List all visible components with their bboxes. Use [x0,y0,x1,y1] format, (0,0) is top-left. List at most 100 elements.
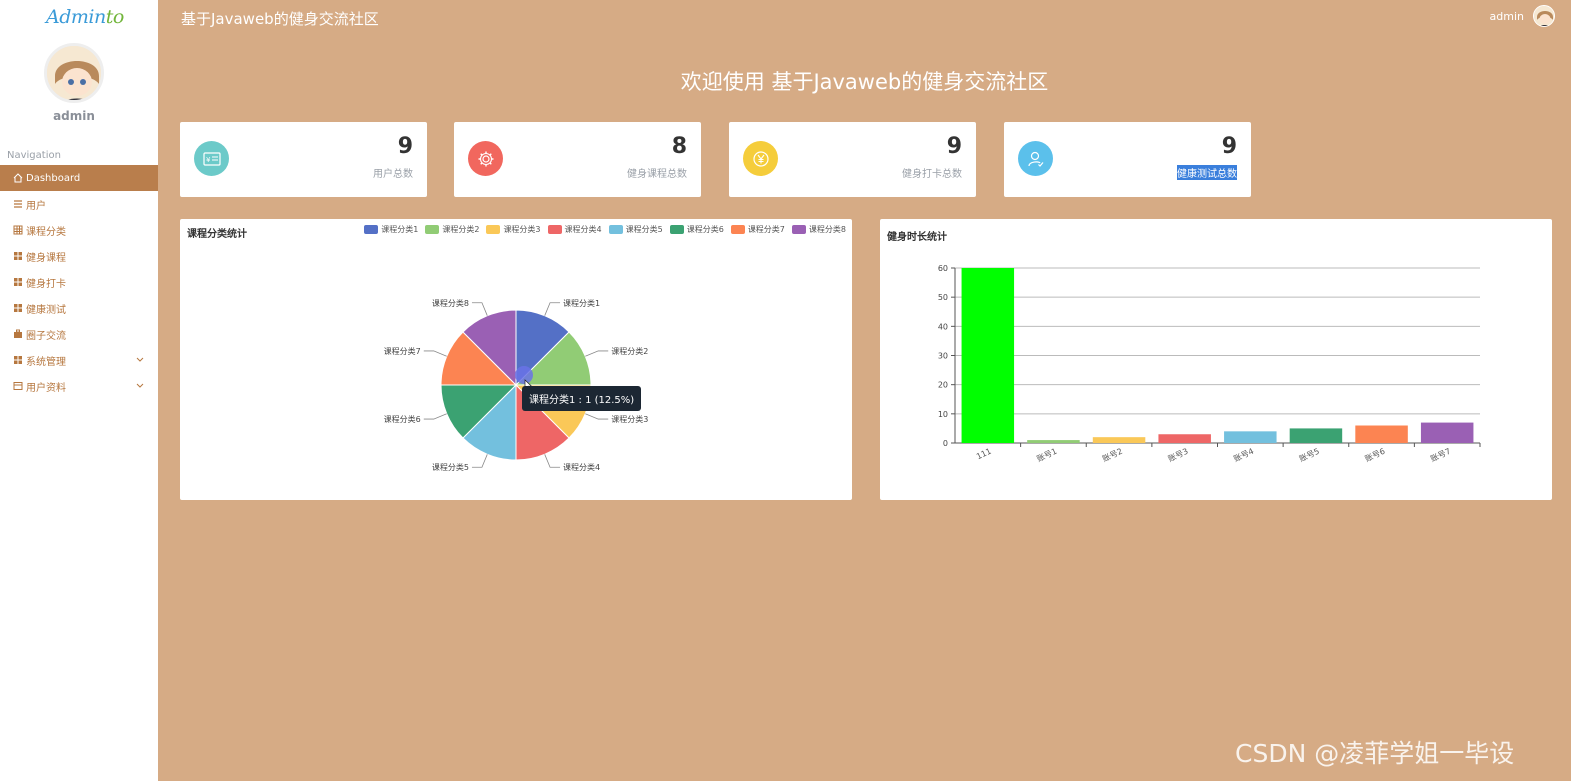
course-category-chart-panel: 课程分类统计 课程分类1 课程分类2 课程分类3 课程分类4 课程分类5 课程分类6 课程分… [180,219,852,500]
bar[interactable] [1027,440,1080,443]
app-title: 基于Javaweb的健身交流社区 [181,10,379,28]
avatar-image [47,46,101,100]
pie-label-line [585,350,609,357]
topbar-username[interactable]: admin [1490,10,1524,23]
svg-text:¥: ¥ [206,156,211,164]
apps-icon [13,303,23,313]
stat-card-courses: 8 健身课程总数 [454,122,701,197]
x-tick-label: 账号6 [1363,447,1386,464]
chart-tooltip: 课程分类1 : 1 (12.5%) [522,386,642,411]
pie-label: 课程分类2 [611,346,648,356]
sidebar-item-label: 课程分类 [26,226,66,238]
y-tick-label: 60 [938,264,948,273]
x-tick-label: 账号1 [1035,447,1058,464]
card-icon [13,381,23,391]
user-check-icon [1018,141,1053,176]
sidebar-item-fitness-course[interactable]: 健身课程 [0,243,158,269]
pie-chart: 课程分类1 课程分类2 课程分类3 课程分类4 课程分类5 课程分类6 课程分类7 课程分类8 [384,298,649,472]
avatar[interactable] [44,43,104,103]
bar[interactable] [1289,428,1343,443]
stat-value: 8 [671,134,687,159]
sidebar-item-health-test[interactable]: 健康测试 [0,295,158,321]
pie-label: 课程分类7 [384,346,421,356]
apps-icon [13,277,23,287]
topbar-avatar[interactable] [1533,5,1555,27]
bar[interactable] [1420,422,1474,443]
pie-label: 课程分类5 [432,462,469,472]
bar[interactable] [1224,431,1277,443]
y-tick-label: 30 [938,352,948,361]
welcome-heading: 欢迎使用 基于Javaweb的健身交流社区 [680,70,1049,94]
sidebar-item-course-category[interactable]: 课程分类 [0,217,158,243]
x-tick-label: 账号2 [1101,447,1124,464]
stat-label: 健身打卡总数 [902,169,962,180]
pie-label: 课程分类1 [563,298,600,308]
stat-label: 用户总数 [373,169,413,180]
stat-value: 9 [397,134,413,159]
watermark: CSDN @凌菲学姐一毕设 [1235,739,1515,768]
sidebar: Adminto admin Navigation Dashboard 用户 课程… [0,0,158,781]
sidebar-item-user-profile[interactable]: 用户资料 [0,373,158,399]
pie-label: 课程分类6 [384,414,421,424]
y-tick-label: 40 [938,322,948,331]
sidebar-item-users[interactable]: 用户 [0,191,158,217]
sidebar-item-circle-exchange[interactable]: 圈子交流 [0,321,158,347]
y-tick-label: 10 [938,410,948,419]
home-icon [13,173,23,183]
x-tick-label: 账号5 [1298,447,1321,464]
x-tick-label: 账号4 [1232,447,1255,464]
x-tick-label: 账号7 [1429,447,1452,464]
sidebar-username: admin [53,109,95,123]
stat-card-users: ¥ 9 用户总数 [180,122,427,197]
avatar-image [1534,6,1554,26]
y-tick-label: 0 [943,439,948,448]
stat-label: 健身课程总数 [627,169,687,180]
bar-chart: 0 10 20 30 40 50 60 111 账号1 账号2 账号3 账号4 账号5 账号6 账号7 [938,264,1481,464]
bar[interactable] [961,268,1015,443]
y-tick-label: 50 [938,293,948,302]
fitness-duration-chart-panel: 健身时长统计 0 10 20 30 40 50 60 111 账号1 账号2 账号3 账号4 账号5 账号… [880,219,1552,500]
stat-label: 健康测试总数 [1177,165,1237,180]
y-tick-label: 20 [938,381,948,390]
sidebar-item-label: 用户资料 [26,382,66,394]
bar[interactable] [1158,434,1211,443]
x-tick-label: 111 [975,447,993,462]
stat-value: 9 [946,134,962,159]
sidebar-item-fitness-checkin[interactable]: 健身打卡 [0,269,158,295]
pie-label: 课程分类3 [611,414,648,424]
pie-label-line [585,413,609,420]
list-icon [13,199,23,209]
sidebar-item-label: 健身打卡 [26,278,66,290]
apps-icon [13,355,23,365]
stat-value: 9 [1221,134,1237,159]
apps-icon [13,251,23,261]
bar[interactable] [1092,437,1146,443]
pie-label: 课程分类4 [563,462,600,472]
briefcase-icon [13,329,23,339]
chevron-down-icon [136,355,144,366]
x-tick-label: 账号3 [1167,447,1190,464]
pie-label-line [471,454,488,468]
sidebar-item-label: 用户 [26,200,46,212]
gear-icon [468,141,503,176]
pie-label-line [544,454,561,468]
sidebar-item-label: Dashboard [26,172,81,184]
id-card-icon: ¥ [194,141,229,176]
bar[interactable] [1355,425,1408,444]
sidebar-item-dashboard[interactable]: Dashboard [0,165,158,191]
chevron-down-icon [136,381,144,392]
grid-icon [13,225,23,235]
app-logo[interactable]: Adminto [46,6,124,28]
pie-label-line [423,350,447,357]
sidebar-item-label: 健康测试 [26,304,66,316]
stat-card-checkins: 9 健身打卡总数 [729,122,976,197]
pie-label: 课程分类8 [432,298,469,308]
sidebar-item-system-management[interactable]: 系统管理 [0,347,158,373]
pie-label-line [423,413,447,420]
yen-coin-icon [743,141,778,176]
pie-label-line [471,302,488,316]
nav-heading: Navigation [7,150,61,161]
sidebar-menu: Dashboard 用户 课程分类 健身课程 健身打卡 健康测试 圈子交流 系统… [0,165,158,399]
stat-card-health-tests: 9 健康测试总数 [1004,122,1251,197]
hover-highlight [515,366,533,384]
